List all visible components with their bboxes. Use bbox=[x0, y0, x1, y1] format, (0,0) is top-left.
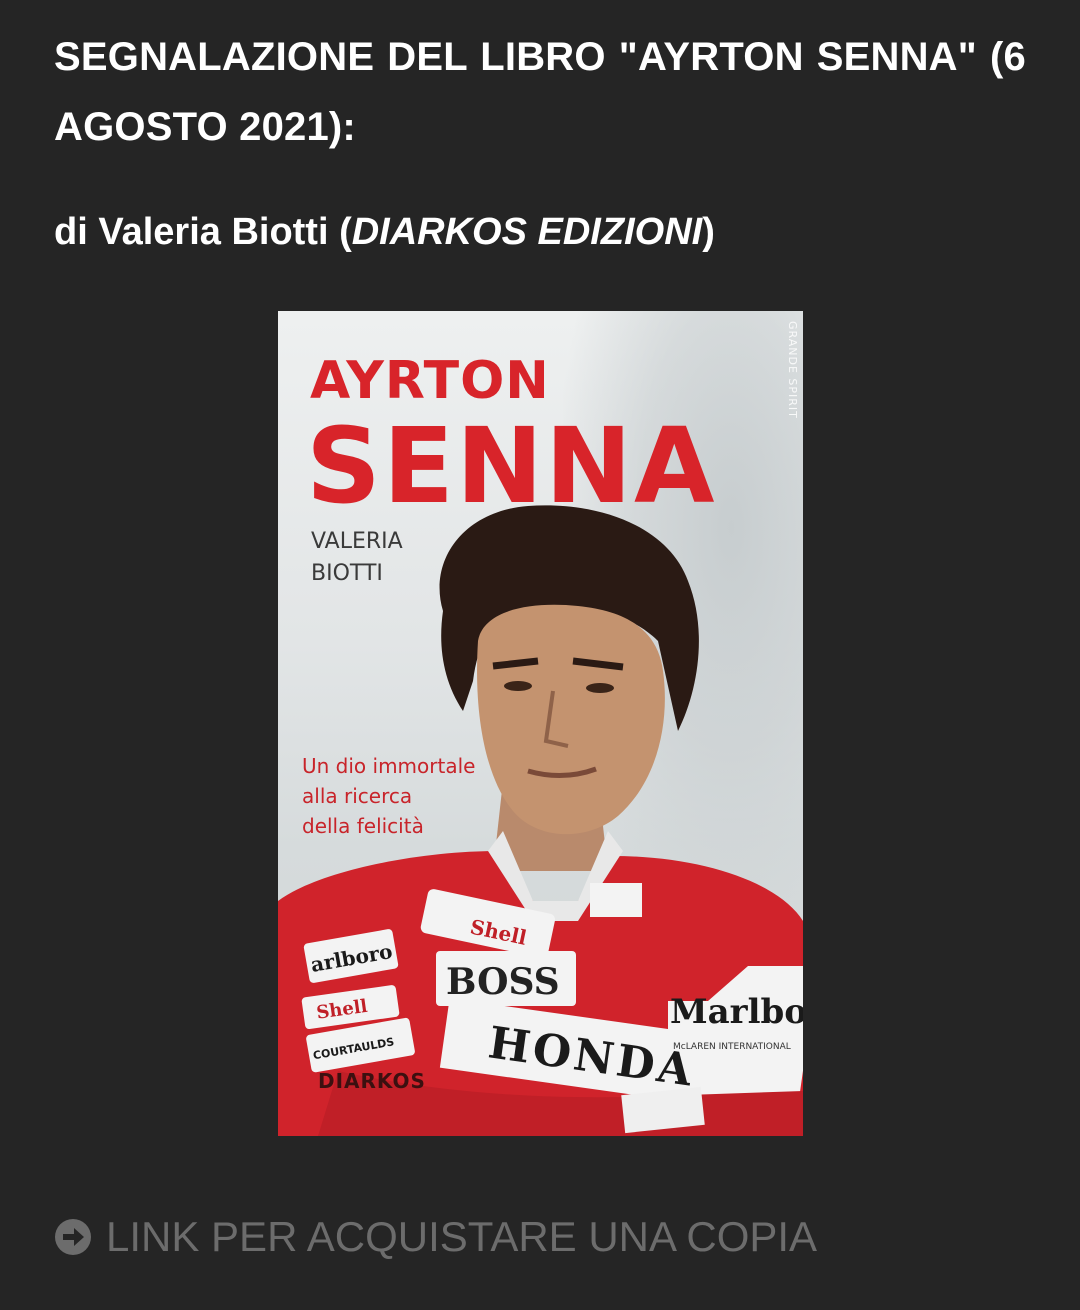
byline-publisher: DIARKOS EDIZIONI bbox=[351, 211, 703, 253]
cover-tagline-line2: alla ricerca bbox=[302, 784, 413, 808]
sponsor-marlboro-right: Marlboro bbox=[670, 992, 803, 1032]
cover-publisher: DIARKOS bbox=[318, 1069, 426, 1093]
cover-tagline: Un dio immortale alla ricerca della feli… bbox=[302, 751, 475, 841]
byline-author: di Valeria Biotti ( bbox=[54, 211, 352, 253]
portrait-eye-right bbox=[586, 683, 614, 693]
buy-copy-link[interactable]: LINK PER ACQUISTARE UNA COPIA bbox=[54, 1210, 817, 1264]
cover-title-last-name: SENNA bbox=[306, 405, 717, 527]
arrow-circle-right-icon bbox=[54, 1218, 92, 1256]
portrait-face bbox=[477, 604, 665, 835]
cover-tagline-line3: della felicità bbox=[302, 814, 424, 838]
buy-copy-label: LINK PER ACQUISTARE UNA COPIA bbox=[106, 1213, 818, 1260]
cover-title-first-name: AYRTON bbox=[310, 351, 550, 411]
post-headline: SEGNALAZIONE DEL LIBRO "AYRTON SENNA" (6… bbox=[54, 35, 1026, 149]
patch-chest-logo-bg bbox=[590, 883, 642, 917]
post-byline: di Valeria Biotti (DIARKOS EDIZIONI) bbox=[54, 205, 715, 259]
cover-author-first: VALERIA bbox=[311, 529, 403, 554]
cover-spine-text: GRANDE SPIRIT bbox=[786, 321, 799, 419]
cover-author-last: BIOTTI bbox=[311, 561, 383, 586]
book-cover-image[interactable]: Shell BOSS arlboro Shell COURTAULDS Marl… bbox=[278, 311, 803, 1136]
portrait-eye-left bbox=[504, 681, 532, 691]
cover-author: VALERIA BIOTTI bbox=[311, 526, 403, 590]
sponsor-boss: BOSS bbox=[446, 961, 560, 1003]
cover-tagline-line1: Un dio immortale bbox=[302, 754, 476, 778]
byline-close: ) bbox=[702, 211, 715, 253]
